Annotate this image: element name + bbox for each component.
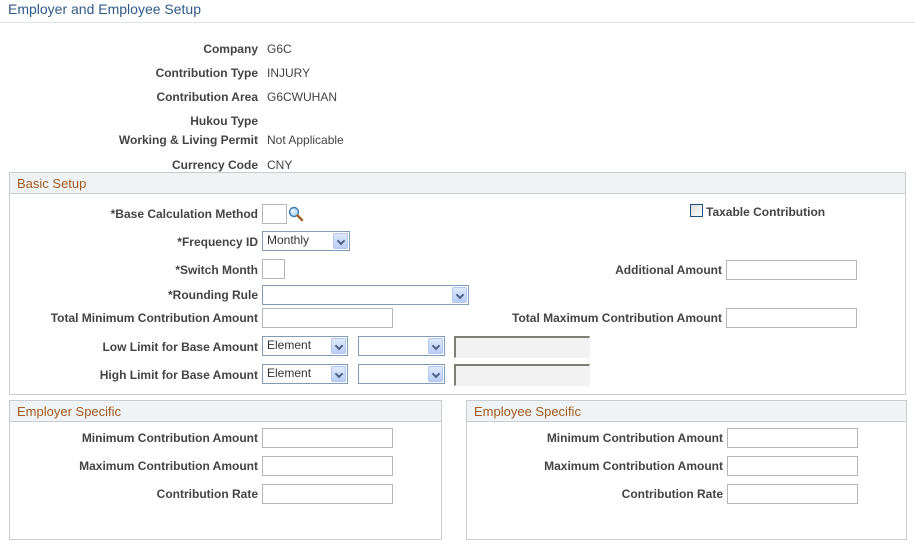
title-divider: [0, 22, 915, 23]
high-limit-amount-display: [454, 364, 590, 386]
chevron-down-icon: [428, 338, 443, 354]
employer-contribution-rate-input[interactable]: [262, 484, 393, 504]
high-limit-type-value: Element: [267, 366, 312, 380]
contribution-area-value: G6CWUHAN: [267, 90, 338, 104]
high-limit-type-select[interactable]: Element: [262, 364, 348, 384]
taxable-contribution-label: Taxable Contribution: [706, 205, 826, 219]
employee-contribution-rate-input[interactable]: [727, 484, 858, 504]
additional-amount-input[interactable]: [726, 260, 857, 280]
employee-min-contribution-input[interactable]: [727, 428, 858, 448]
hukou-type-label: Hukou Type: [190, 114, 258, 128]
working-living-permit-label: Working & Living Permit: [118, 133, 258, 147]
employer-max-contribution-label: Maximum Contribution Amount: [79, 459, 258, 473]
company-label: Company: [203, 42, 258, 56]
employee-max-contribution-label: Maximum Contribution Amount: [544, 459, 723, 473]
switch-month-label: *Switch Month: [175, 263, 258, 277]
high-limit-label: High Limit for Base Amount: [99, 368, 258, 382]
taxable-contribution-checkbox[interactable]: [690, 204, 703, 217]
frequency-id-label: *Frequency ID: [177, 235, 258, 249]
chevron-down-icon: [428, 366, 443, 382]
base-calculation-method-input[interactable]: [262, 204, 287, 224]
employer-min-contribution-input[interactable]: [262, 428, 393, 448]
contribution-type-label: Contribution Type: [155, 66, 258, 80]
rounding-rule-label: *Rounding Rule: [168, 288, 258, 302]
page-title: Employer and Employee Setup: [8, 1, 201, 17]
chevron-down-icon: [331, 366, 346, 382]
low-limit-element-select[interactable]: [358, 336, 445, 356]
working-living-permit-value: Not Applicable: [267, 133, 344, 147]
chevron-down-icon: [333, 233, 348, 249]
company-value: G6C: [267, 42, 292, 56]
low-limit-type-value: Element: [267, 338, 312, 352]
currency-code-label: Currency Code: [171, 158, 258, 172]
total-max-contribution-input[interactable]: [726, 308, 857, 328]
lookup-icon[interactable]: [288, 206, 304, 222]
employee-contribution-rate-label: Contribution Rate: [621, 487, 723, 501]
chevron-down-icon: [452, 287, 467, 303]
additional-amount-label: Additional Amount: [615, 263, 722, 277]
low-limit-label: Low Limit for Base Amount: [102, 340, 258, 354]
employee-min-contribution-label: Minimum Contribution Amount: [546, 431, 723, 445]
base-calculation-method-label: *Base Calculation Method: [110, 207, 258, 221]
employer-min-contribution-label: Minimum Contribution Amount: [81, 431, 258, 445]
contribution-area-label: Contribution Area: [156, 90, 258, 104]
low-limit-type-select[interactable]: Element: [262, 336, 348, 356]
switch-month-input[interactable]: [262, 259, 285, 279]
low-limit-amount-display: [454, 336, 590, 358]
basic-setup-header: Basic Setup: [10, 173, 905, 194]
frequency-id-select[interactable]: Monthly: [262, 231, 350, 251]
employer-contribution-rate-label: Contribution Rate: [156, 487, 258, 501]
contribution-type-value: INJURY: [267, 66, 311, 80]
total-min-contribution-input[interactable]: [262, 308, 393, 328]
employee-max-contribution-input[interactable]: [727, 456, 858, 476]
rounding-rule-select[interactable]: [262, 285, 469, 305]
chevron-down-icon: [331, 338, 346, 354]
total-min-contribution-label: Total Minimum Contribution Amount: [50, 311, 258, 325]
currency-code-value: CNY: [267, 158, 293, 172]
high-limit-element-select[interactable]: [358, 364, 445, 384]
employer-specific-header: Employer Specific: [10, 401, 441, 422]
frequency-id-value: Monthly: [267, 233, 310, 247]
total-max-contribution-label: Total Maximum Contribution Amount: [512, 311, 722, 325]
employer-max-contribution-input[interactable]: [262, 456, 393, 476]
employee-specific-header: Employee Specific: [467, 401, 906, 422]
